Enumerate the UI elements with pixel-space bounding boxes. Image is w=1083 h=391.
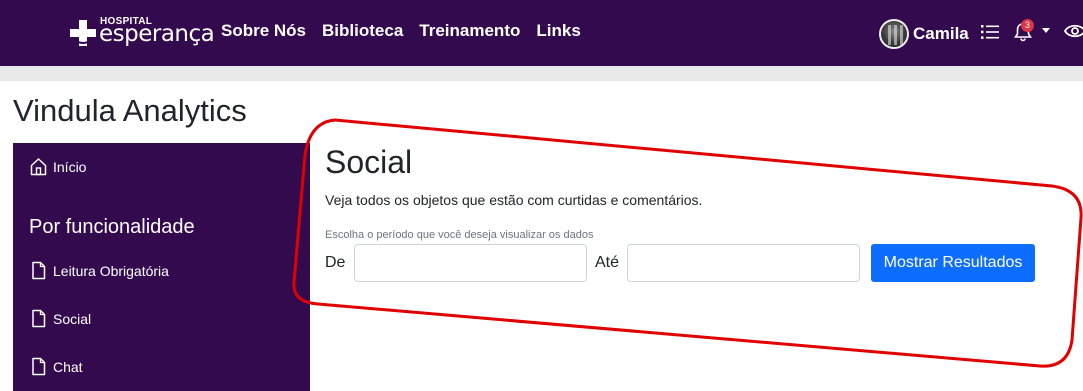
hospital-logo[interactable]: HOSPITAL esperança bbox=[70, 16, 215, 47]
sidebar: Início Por funcionalidade Leitura Obriga… bbox=[13, 143, 310, 391]
top-navbar: HOSPITAL esperança Sobre Nós Biblioteca … bbox=[0, 0, 1083, 66]
sidebar-item-label: Leitura Obrigatória bbox=[53, 262, 169, 279]
sidebar-item-chat[interactable]: Chat bbox=[30, 357, 83, 376]
section-description: Veja todos os objetos que estão com curt… bbox=[325, 192, 703, 208]
sidebar-item-label: Social bbox=[53, 310, 92, 327]
from-date-input[interactable] bbox=[354, 244, 587, 282]
section-title: Social bbox=[325, 144, 413, 180]
sidebar-item-inicio[interactable]: Início bbox=[30, 157, 86, 176]
to-label: Até bbox=[595, 254, 620, 271]
logo-big-text: esperança bbox=[99, 21, 215, 47]
document-icon bbox=[32, 309, 46, 328]
sidebar-item-social[interactable]: Social bbox=[30, 309, 91, 328]
cross-logo-icon bbox=[70, 20, 96, 46]
nav-link-biblioteca[interactable]: Biblioteca bbox=[322, 21, 403, 41]
caret-down-icon[interactable] bbox=[1042, 28, 1050, 33]
nav-link-treinamento[interactable]: Treinamento bbox=[419, 21, 520, 41]
nav-link-links[interactable]: Links bbox=[536, 21, 580, 41]
sidebar-section-heading: Por funcionalidade bbox=[29, 216, 195, 238]
list-icon[interactable] bbox=[981, 23, 999, 41]
header-divider bbox=[0, 66, 1083, 81]
sidebar-item-label: Início bbox=[53, 158, 87, 175]
home-icon bbox=[30, 158, 47, 176]
notification-badge: 3 bbox=[1021, 19, 1034, 32]
nav-link-sobre-nos[interactable]: Sobre Nós bbox=[221, 21, 306, 41]
main-nav: Sobre Nós Biblioteca Treinamento Links bbox=[221, 21, 581, 41]
to-date-input[interactable] bbox=[627, 244, 860, 282]
avatar[interactable] bbox=[879, 19, 909, 49]
document-icon bbox=[32, 261, 46, 280]
sidebar-item-label: Chat bbox=[53, 358, 83, 375]
eye-icon[interactable] bbox=[1064, 21, 1083, 41]
from-label: De bbox=[325, 254, 346, 271]
document-icon bbox=[32, 357, 46, 376]
period-hint: Escolha o período que você deseja visual… bbox=[325, 229, 594, 241]
show-results-button[interactable]: Mostrar Resultados bbox=[871, 244, 1035, 282]
page-title: Vindula Analytics bbox=[13, 93, 247, 128]
user-name[interactable]: Camila bbox=[913, 24, 969, 44]
sidebar-item-leitura-obrigatoria[interactable]: Leitura Obrigatória bbox=[30, 261, 169, 280]
